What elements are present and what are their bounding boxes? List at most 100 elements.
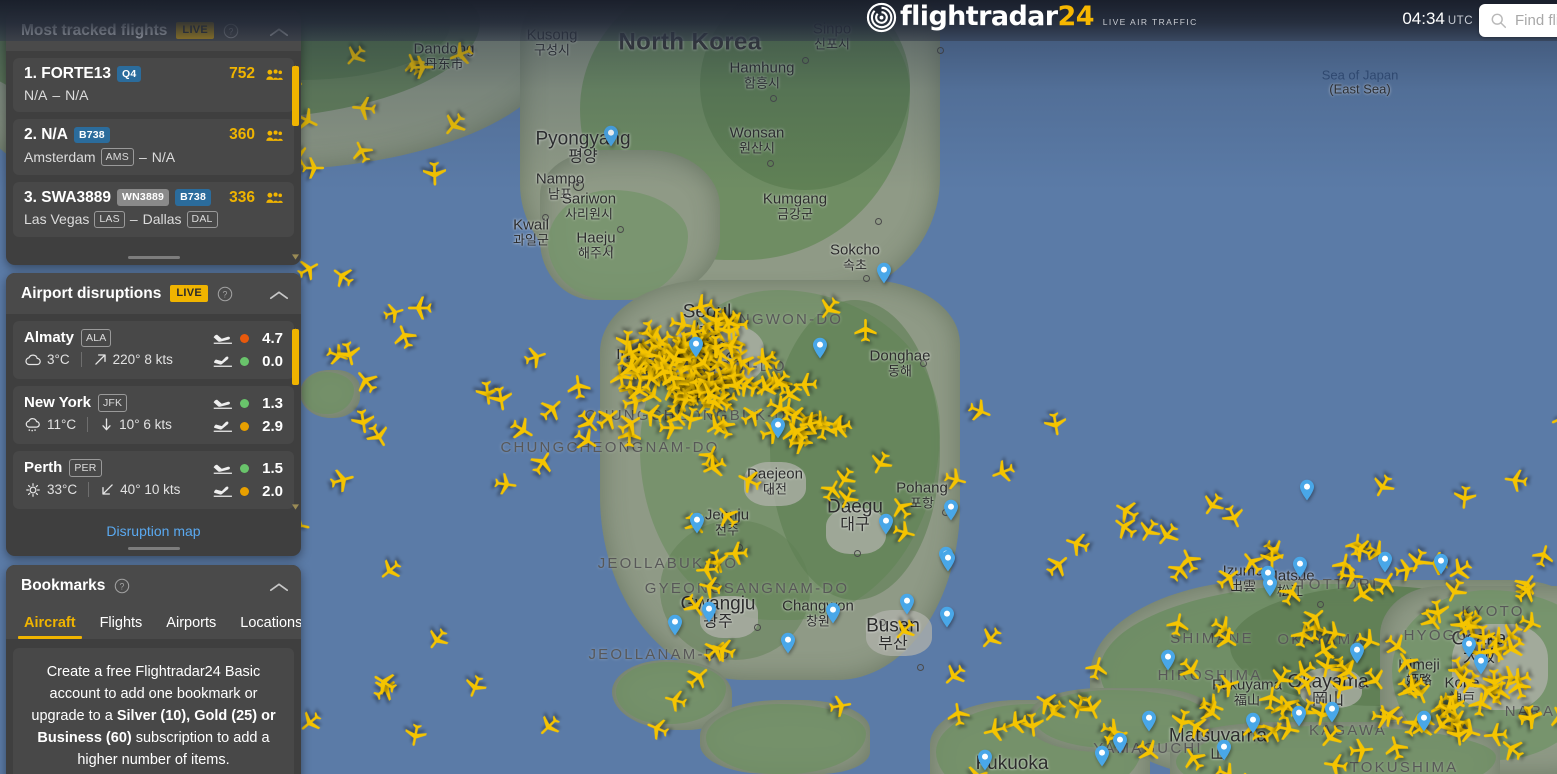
scrollbar-thumb[interactable] (292, 329, 299, 385)
plane-landing-icon (212, 332, 234, 345)
airport-iata-code: ALA (81, 329, 112, 347)
departure-delay-value: 0.0 (262, 353, 283, 370)
people-icon (266, 129, 283, 142)
bookmarks-header[interactable]: Bookmarks ? (6, 565, 301, 606)
collapse-chevron-icon[interactable] (269, 580, 289, 592)
arrival-delay-value: 1.3 (262, 395, 283, 412)
route-dash: – (129, 211, 138, 228)
tracked-count: 752 (229, 65, 255, 82)
airport-city: New York (24, 394, 91, 412)
map-city-dot (862, 274, 870, 282)
scrollbar-thumb[interactable] (292, 66, 299, 126)
airport-disruptions-title: Airport disruptions (21, 284, 162, 302)
route-dash: – (138, 148, 147, 165)
help-icon[interactable]: ? (114, 578, 130, 594)
tracked-flight-row[interactable]: 1. FORTE13 Q4 752 N/A – N/A (13, 58, 294, 112)
divider (88, 482, 90, 497)
tracked-count: 336 (229, 188, 255, 206)
airport-disruption-row[interactable]: New York JFK 11°C 10° 6 kts 1.3 2.9 (13, 386, 294, 444)
svg-text:?: ? (120, 581, 125, 591)
arrow-down-icon (99, 417, 114, 432)
logo-tagline: LIVE AIR TRAFFIC (1102, 17, 1198, 27)
route-origin-city: N/A (24, 87, 48, 103)
airport-disruptions-list[interactable]: Almaty ALA 3°C 220° 8 kts 4.7 0.0 New Yo… (6, 314, 301, 509)
clock-time: 04:34 (1402, 9, 1445, 28)
plane-landing-icon (212, 462, 234, 475)
route-origin-city: Las Vegas (24, 211, 90, 228)
map-city-dot (709, 40, 717, 48)
utc-clock: 04:34 UTC (1402, 9, 1473, 29)
arrival-delay: 1.3 (212, 395, 283, 412)
arrival-status-dot (240, 399, 249, 408)
radar-logo-icon (866, 2, 897, 33)
panel-resize-grip[interactable] (127, 547, 180, 550)
arrival-delay: 4.7 (212, 330, 283, 347)
departure-status-dot (240, 422, 249, 431)
airport-iata-code: JFK (97, 394, 128, 412)
tracked-flight-row[interactable]: 3. SWA3889 WN3889 B738 336 Las Vegas LAS – D… (13, 181, 294, 237)
scroll-up-arrow-icon[interactable] (292, 321, 299, 334)
disruption-map-link[interactable]: Disruption map (6, 516, 301, 541)
departure-status-dot (240, 487, 249, 496)
logo-word-24: 24 (1057, 1, 1095, 32)
bookmarks-promo-text: Create a free Flightradar24 Basic accoun… (27, 661, 280, 771)
panel-resize-grip[interactable] (127, 256, 180, 259)
arrow-ne-icon (93, 352, 108, 367)
search-input[interactable] (1515, 12, 1557, 29)
arrival-delay: 1.5 (212, 460, 283, 477)
rain-icon (24, 417, 42, 433)
bookmarks-title: Bookmarks (21, 576, 106, 594)
route-destination-code: DAL (186, 210, 218, 228)
airport-wind: 220° 8 kts (112, 352, 173, 367)
most-tracked-scrollbar[interactable] (292, 58, 299, 260)
map-capital-dot (572, 179, 584, 191)
flight-tag: B738 (73, 126, 110, 144)
flight-tag: B738 (175, 189, 211, 206)
map-city-dot (605, 244, 613, 252)
bookmarks-tabs[interactable]: Aircraft Flights Airports Locations (6, 606, 301, 639)
departure-status-dot (240, 357, 249, 366)
bookmarks-tab-aircraft[interactable]: Aircraft (12, 606, 88, 639)
airport-disruption-row[interactable]: Perth PER 33°C 40° 10 kts 1.5 2.0 (13, 451, 294, 509)
map-city-dot (878, 618, 886, 626)
tracked-count: 360 (229, 126, 255, 143)
bookmarks-tab-locations[interactable]: Locations (228, 606, 301, 639)
route-origin-code: LAS (94, 210, 125, 228)
search-box[interactable] (1479, 4, 1557, 37)
flight-tag: Q4 (117, 65, 142, 83)
map-city-dot (801, 56, 809, 64)
help-icon[interactable]: ? (217, 286, 233, 302)
airport-disruptions-header[interactable]: Airport disruptions LIVE ? (6, 273, 301, 314)
disruptions-scrollbar[interactable] (292, 321, 299, 510)
map-city-dot (936, 46, 944, 54)
flight-route: Las Vegas LAS – Dallas DAL (24, 210, 283, 228)
flight-rank-callsign: 2. N/A (24, 126, 68, 143)
departure-delay-value: 2.9 (262, 418, 283, 435)
arrival-status-dot (240, 464, 249, 473)
airport-temperature: 3°C (47, 352, 70, 367)
airport-iata-code: PER (69, 459, 102, 477)
airport-disruption-row[interactable]: Almaty ALA 3°C 220° 8 kts 4.7 0.0 (13, 321, 294, 379)
scroll-down-arrow-icon[interactable] (292, 247, 299, 260)
arrival-delay-value: 1.5 (262, 460, 283, 477)
airport-wind: 10° 6 kts (119, 417, 172, 432)
flightradar24-logo[interactable]: flightradar24 LIVE AIR TRAFFIC (866, 2, 1198, 33)
scroll-down-arrow-icon[interactable] (292, 497, 299, 510)
map-city-dot (541, 213, 549, 221)
people-icon (266, 68, 283, 81)
tracked-flight-row[interactable]: 2. N/A B738 360 Amsterdam AMS – N/A (13, 119, 294, 175)
most-tracked-list[interactable]: 1. FORTE13 Q4 752 N/A – N/A 2. N/A B738 36… (6, 51, 301, 250)
bookmarks-tab-airports[interactable]: Airports (154, 606, 228, 639)
flight-tag: WN3889 (117, 189, 170, 206)
route-destination-city: N/A (65, 87, 89, 103)
bookmarks-tab-flights[interactable]: Flights (88, 606, 155, 639)
sun-icon (24, 482, 42, 498)
svg-text:?: ? (223, 289, 228, 299)
plane-departure-icon (212, 485, 234, 498)
map-city-dot (766, 487, 774, 495)
collapse-chevron-icon[interactable] (269, 288, 289, 300)
scroll-up-arrow-icon[interactable] (292, 58, 299, 71)
airport-city: Almaty (24, 329, 75, 347)
map-label: Sea of Japan (East Sea) (1322, 68, 1399, 95)
bookmarks-panel: Bookmarks ? Aircraft Flights Airports Locat… (6, 565, 301, 774)
